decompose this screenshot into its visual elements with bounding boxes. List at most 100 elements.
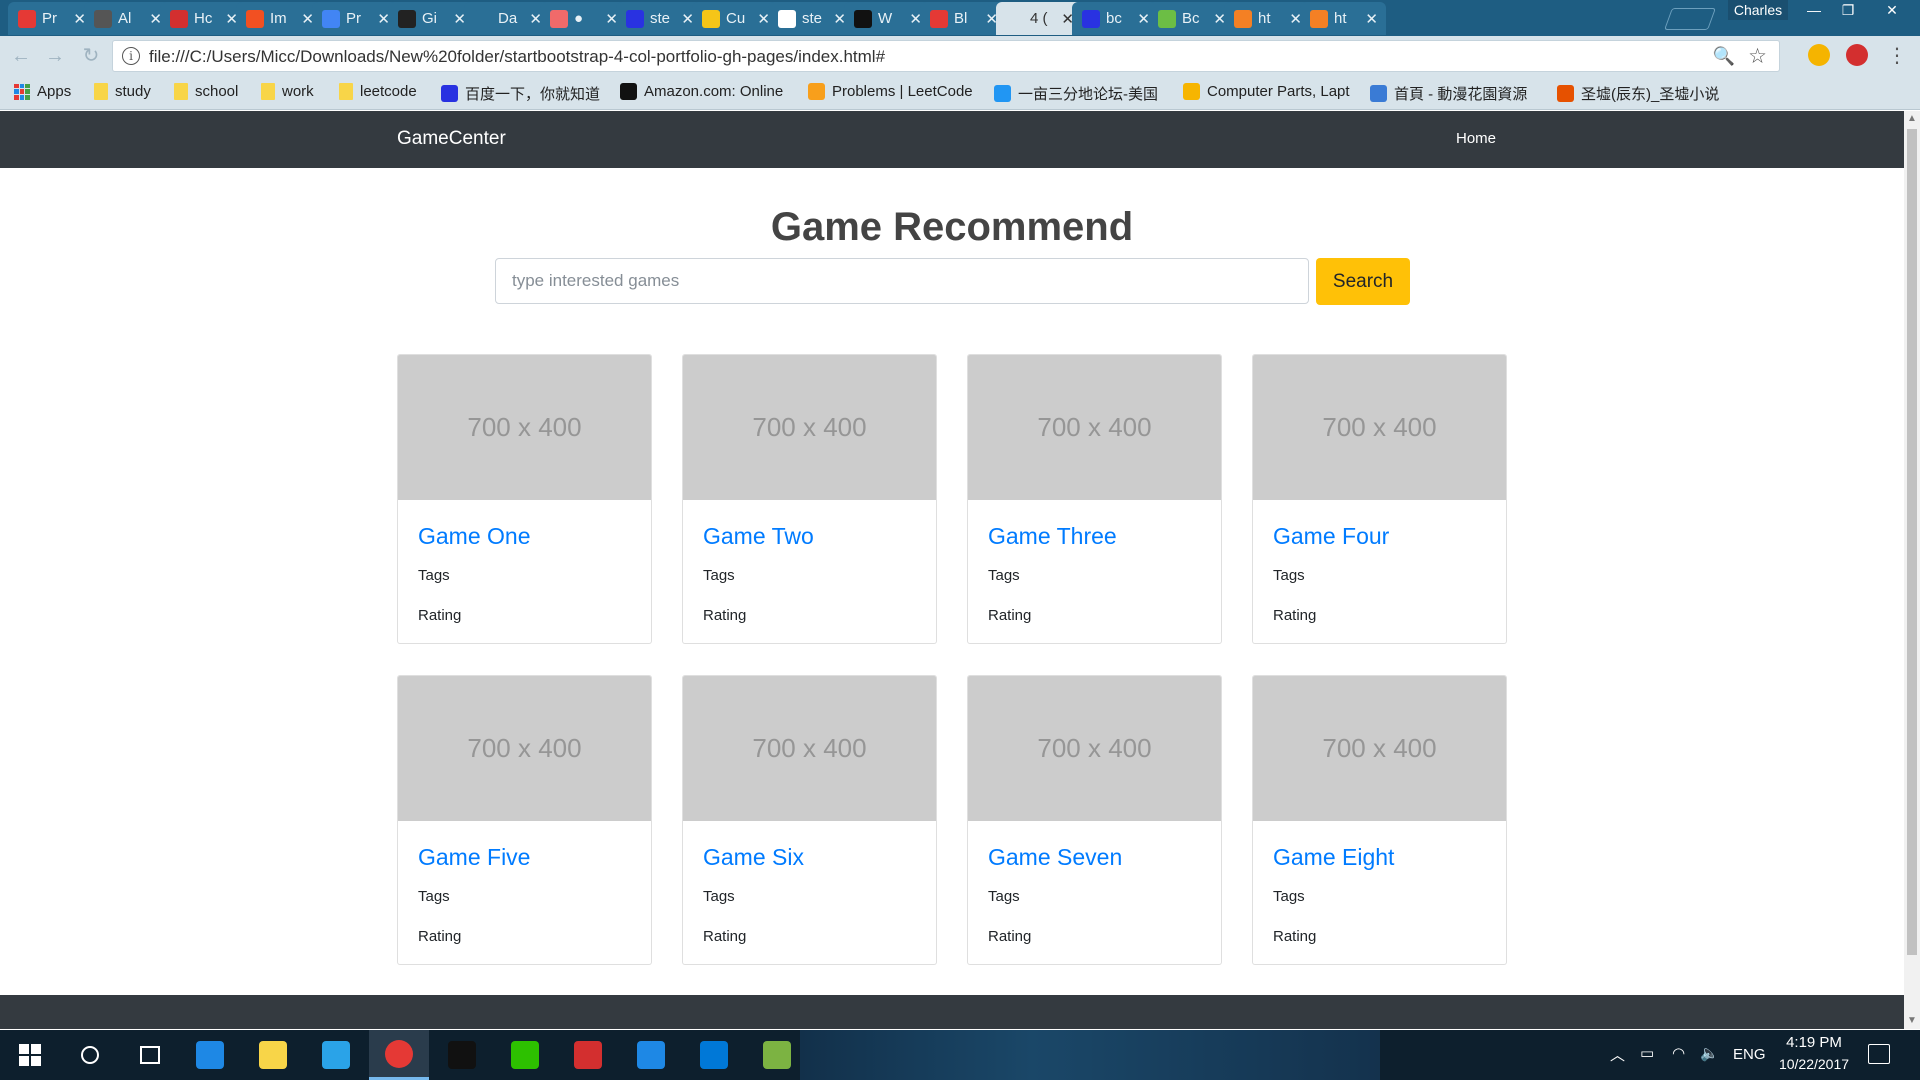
task-view-button[interactable] [120, 1030, 180, 1080]
game-title-link[interactable]: Game Six [703, 844, 804, 871]
bookmark-item[interactable]: Amazon.com: Online [620, 83, 783, 100]
extension-shield-icon[interactable] [1808, 44, 1830, 66]
browser-tab[interactable]: ● ✕ [540, 2, 626, 35]
game-title-link[interactable]: Game Three [988, 523, 1117, 550]
info-icon[interactable]: i [122, 47, 140, 65]
address-bar[interactable]: i file:///C:/Users/Micc/Downloads/New%20… [112, 40, 1780, 72]
notepad-app[interactable] [747, 1030, 807, 1080]
cortana-button[interactable] [60, 1030, 120, 1080]
nav-home-link[interactable]: Home [1456, 130, 1496, 147]
bookmark-item[interactable]: 首頁 - 動漫花園資源 [1370, 83, 1527, 104]
menu-dots-icon[interactable]: ⋮ [1884, 44, 1910, 68]
browser-tab[interactable]: 4 (✕ [996, 2, 1082, 35]
game-thumbnail[interactable]: 700 x 400 [1253, 355, 1506, 500]
browser-tab[interactable]: ste ✕ [616, 2, 702, 35]
browser-tab[interactable]: bc ✕ [1072, 2, 1158, 35]
tab-close-icon[interactable]: ✕ [1365, 10, 1378, 28]
outlook-app[interactable] [684, 1030, 744, 1080]
game-title-link[interactable]: Game Seven [988, 844, 1122, 871]
game-thumbnail[interactable]: 700 x 400 [968, 355, 1221, 500]
browser-tab[interactable]: Gi ✕ [388, 2, 474, 35]
new-tab-button[interactable] [1663, 8, 1717, 30]
search-input[interactable] [495, 258, 1309, 304]
site-brand[interactable]: GameCenter [397, 128, 506, 150]
chrome-app[interactable] [369, 1030, 429, 1080]
docs-icon [322, 9, 340, 28]
browser-tab[interactable]: Da ✕ [464, 2, 550, 35]
browser-tab[interactable]: Bl ✕ [920, 2, 1006, 35]
scroll-down-icon[interactable]: ▼ [1904, 1013, 1920, 1029]
game-tags: Tags [418, 567, 450, 584]
acrobat-app[interactable] [558, 1030, 618, 1080]
browser-tab[interactable]: W ✕ [844, 2, 930, 35]
address-url[interactable]: file:///C:/Users/Micc/Downloads/New%20fo… [149, 47, 885, 67]
zoom-icon[interactable]: 🔍 [1713, 46, 1735, 67]
game-title-link[interactable]: Game Two [703, 523, 814, 550]
language-indicator[interactable]: ENG [1733, 1046, 1766, 1063]
notification-center-icon[interactable] [1868, 1044, 1890, 1064]
scroll-up-icon[interactable]: ▲ [1904, 111, 1920, 127]
tray-chevron-icon[interactable]: ︿ [1610, 1044, 1625, 1065]
bookmark-item[interactable]: Problems | LeetCode [808, 83, 973, 100]
extension-red-icon[interactable] [1846, 44, 1868, 66]
browser-tab[interactable]: ht ✕ [1224, 2, 1310, 35]
bookmark-item[interactable]: 圣墟(辰东)_圣墟小说 [1557, 83, 1719, 104]
bookmark-item[interactable]: study [94, 83, 151, 100]
game-title-link[interactable]: Game Five [418, 844, 530, 871]
browser-tab[interactable]: ste ✕ [768, 2, 854, 35]
profile-button[interactable]: Charles [1728, 0, 1788, 20]
game-thumbnail[interactable]: 700 x 400 [683, 355, 936, 500]
input-method-app[interactable] [306, 1030, 366, 1080]
bookmark-item[interactable]: school [174, 83, 238, 100]
bookmark-item[interactable]: 一亩三分地论坛-美国 [994, 83, 1158, 104]
bookmark-item[interactable]: work [261, 83, 314, 100]
microsoft-icon [246, 9, 264, 28]
tab-title: bc [1106, 10, 1122, 27]
site-footer [0, 995, 1904, 1029]
reload-button[interactable]: ↻ [78, 44, 104, 68]
browser-tab[interactable]: Im ✕ [236, 2, 322, 35]
bookmark-item[interactable]: 百度一下，你就知道 [441, 83, 600, 104]
game-title-link[interactable]: Game One [418, 523, 531, 550]
game-thumbnail[interactable]: 700 x 400 [1253, 676, 1506, 821]
file-explorer-app[interactable] [243, 1030, 303, 1080]
game-title-link[interactable]: Game Four [1273, 523, 1389, 550]
wechat-app[interactable] [495, 1030, 555, 1080]
edge-app[interactable] [180, 1030, 240, 1080]
browser-tab[interactable]: Hc ✕ [160, 2, 246, 35]
volume-icon[interactable]: 🔈 [1700, 1044, 1719, 1062]
battery-icon[interactable]: ▭ [1640, 1044, 1654, 1062]
bookmark-item[interactable]: leetcode [339, 83, 417, 100]
browser-tab[interactable]: Pr ✕ [8, 2, 94, 35]
game-title-link[interactable]: Game Eight [1273, 844, 1394, 871]
browser-tab[interactable]: Bc ✕ [1148, 2, 1234, 35]
back-button[interactable]: ← [8, 44, 34, 68]
bookmark-label: 圣墟(辰东)_圣墟小说 [1581, 86, 1720, 103]
clock-time[interactable]: 4:19 PM [1780, 1034, 1848, 1051]
page-scrollbar[interactable]: ▲ ▼ [1904, 111, 1920, 1029]
game-thumbnail[interactable]: 700 x 400 [398, 355, 651, 500]
search-button[interactable]: Search [1316, 258, 1410, 305]
qq-app[interactable] [432, 1030, 492, 1080]
browser-tab[interactable]: Pr ✕ [312, 2, 398, 35]
game-thumbnail[interactable]: 700 x 400 [683, 676, 936, 821]
close-window-icon[interactable]: ✕ [1868, 0, 1916, 20]
game-card: 700 x 400 Game Six Tags Rating [682, 675, 937, 965]
browser-tab[interactable]: ht ✕ [1300, 2, 1386, 35]
scrollbar-thumb[interactable] [1907, 129, 1917, 955]
bookmark-item[interactable]: Computer Parts, Lapt [1183, 83, 1350, 100]
start-button[interactable] [0, 1030, 60, 1080]
browser-tab[interactable]: Al ✕ [84, 2, 170, 35]
bookmark-item[interactable]: Apps [14, 83, 71, 100]
bookmark-label: Apps [37, 83, 72, 100]
game-thumbnail[interactable]: 700 x 400 [968, 676, 1221, 821]
wifi-icon[interactable]: ◠ [1672, 1044, 1685, 1062]
minimize-icon[interactable]: — [1798, 0, 1830, 20]
clock-date[interactable]: 10/22/2017 [1772, 1056, 1856, 1072]
forward-button[interactable]: → [42, 44, 68, 68]
restore-icon[interactable]: ❐ [1832, 0, 1864, 20]
browser-tab[interactable]: Cu ✕ [692, 2, 778, 35]
game-thumbnail[interactable]: 700 x 400 [398, 676, 651, 821]
k-app[interactable] [621, 1030, 681, 1080]
bookmark-star-icon[interactable]: ☆ [1748, 44, 1767, 69]
